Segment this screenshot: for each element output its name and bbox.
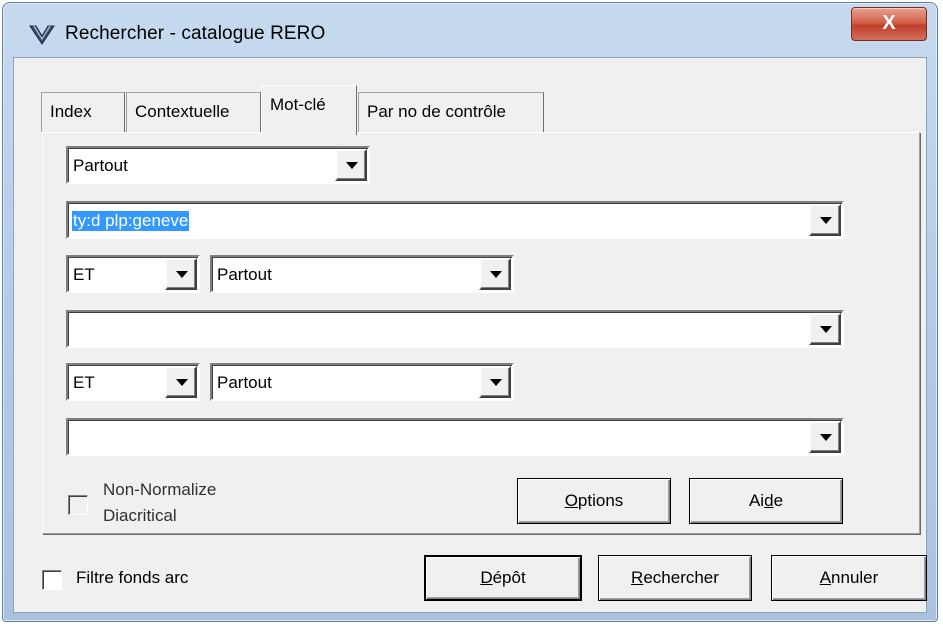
chevron-down-icon[interactable]	[335, 149, 367, 181]
depot-label-post: épôt	[492, 568, 526, 587]
chevron-down-icon[interactable]	[809, 313, 841, 345]
scope-select-1-value: Partout	[73, 156, 128, 175]
chevron-down-icon[interactable]	[479, 366, 511, 398]
scope-select-2-value: Partout	[217, 265, 272, 284]
keyword-search-panel: Partout ty:d plp:geneve ET Partout ET Pa…	[42, 132, 920, 534]
filtre-fonds-arc-checkbox[interactable]	[42, 570, 62, 590]
operator-select-3[interactable]: ET	[66, 363, 200, 401]
annuler-label-post: nnuler	[831, 568, 879, 587]
aide-label-mnemonic: d	[764, 491, 774, 510]
chevron-down-icon[interactable]	[809, 204, 841, 236]
options-label-post: ptions	[577, 491, 624, 510]
search-term-input-2[interactable]	[66, 310, 844, 348]
rechercher-label-post: echercher	[643, 568, 719, 587]
annuler-button[interactable]: Annuler	[771, 555, 927, 601]
operator-select-2[interactable]: ET	[66, 255, 200, 293]
dialog-client-area: Index Contextuelle Mot-clé Par no de con…	[13, 57, 927, 613]
chevron-down-icon[interactable]	[479, 258, 511, 290]
search-term-input-3[interactable]	[66, 418, 844, 456]
non-normalize-label-line2: Diacritical	[103, 506, 177, 525]
scope-select-1[interactable]: Partout	[66, 146, 370, 184]
rechercher-button[interactable]: Rechercher	[598, 555, 752, 601]
scope-select-3[interactable]: Partout	[210, 363, 514, 401]
tab-contextuelle-label: Contextuelle	[135, 102, 230, 121]
aide-label-pre: Ai	[748, 491, 765, 510]
filtre-fonds-arc-label: Filtre fonds arc	[76, 568, 189, 587]
rechercher-label-mnemonic: R	[631, 568, 644, 587]
scope-select-3-value: Partout	[217, 373, 272, 392]
options-button[interactable]: Options	[517, 478, 671, 524]
chevron-down-icon[interactable]	[809, 421, 841, 453]
depot-button[interactable]: Dépôt	[424, 555, 582, 601]
tab-mot-cle[interactable]: Mot-clé	[261, 85, 357, 135]
annuler-label-mnemonic: A	[819, 568, 832, 587]
title-bar[interactable]: Rechercher - catalogue RERO X	[3, 3, 937, 61]
aide-button[interactable]: Aide	[689, 478, 843, 524]
non-normalize-checkbox[interactable]	[68, 495, 88, 515]
search-term-input-1-value: ty:d plp:geneve	[72, 211, 190, 231]
scope-select-2[interactable]: Partout	[210, 255, 514, 293]
close-button[interactable]: X	[851, 7, 927, 41]
chevron-down-icon[interactable]	[165, 258, 197, 290]
chevron-down-icon[interactable]	[165, 366, 197, 398]
tab-par-no-de-controle[interactable]: Par no de contrôle	[358, 92, 544, 132]
dialog-window: Rechercher - catalogue RERO X Index Cont…	[2, 2, 938, 622]
tab-contextuelle[interactable]: Contextuelle	[126, 92, 261, 132]
options-label-mnemonic: O	[564, 491, 578, 510]
tab-mot-cle-label: Mot-clé	[270, 95, 326, 114]
depot-label-mnemonic: D	[480, 568, 493, 587]
tab-index[interactable]: Index	[41, 92, 125, 132]
window-title: Rechercher - catalogue RERO	[65, 23, 326, 44]
search-term-input-1[interactable]: ty:d plp:geneve	[66, 201, 844, 239]
tab-index-label: Index	[50, 102, 92, 121]
tab-par-no-de-controle-label: Par no de contrôle	[367, 102, 506, 121]
aide-label-post: e	[773, 491, 784, 510]
operator-select-3-value: ET	[73, 373, 95, 392]
operator-select-2-value: ET	[73, 265, 95, 284]
app-logo-icon	[29, 25, 55, 45]
non-normalize-label-line1: Non-Normalize	[103, 480, 217, 499]
